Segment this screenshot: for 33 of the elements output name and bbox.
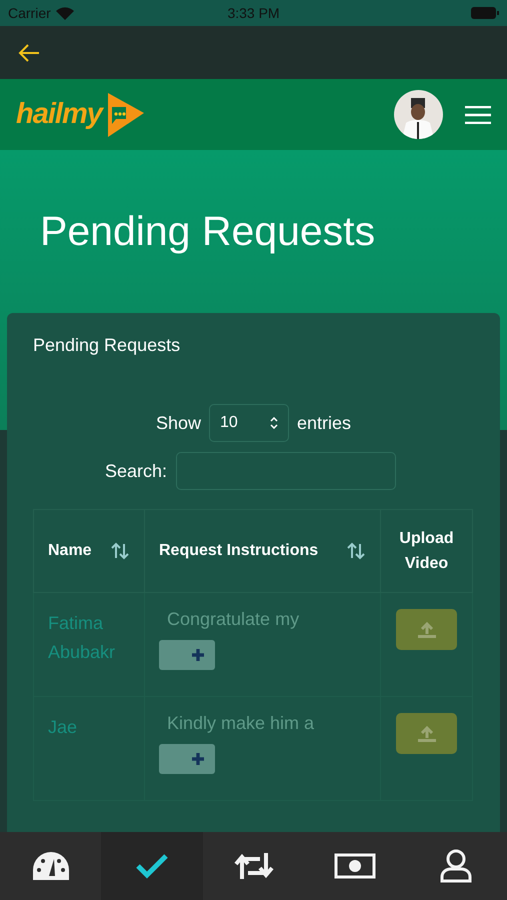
sort-icon[interactable] xyxy=(346,542,366,560)
tab[interactable] xyxy=(101,832,203,900)
carrier-label: Carrier xyxy=(8,5,51,21)
clock: 3:33 PM xyxy=(227,5,280,21)
repeat-icon xyxy=(232,851,275,881)
plus-icon xyxy=(191,752,205,766)
expand-button[interactable] xyxy=(159,640,215,670)
upload-icon xyxy=(416,620,436,638)
column-header: Upload Video xyxy=(380,510,472,592)
card-title: Pending Requests xyxy=(33,335,182,356)
instruction-text: Kindly make him a xyxy=(166,713,316,734)
plus-icon xyxy=(191,648,205,662)
battery-icon xyxy=(471,7,500,19)
page-title: Pending Requests xyxy=(39,207,376,256)
instruction-text: Congratulate my xyxy=(166,609,300,630)
column-header[interactable]: Name xyxy=(34,510,144,592)
wifi-icon xyxy=(56,6,74,20)
checkmark-icon xyxy=(135,853,170,879)
entries-select[interactable]: 10 xyxy=(209,404,289,442)
sort-icon[interactable] xyxy=(110,542,130,560)
search-field[interactable] xyxy=(176,452,396,490)
menu-icon[interactable] xyxy=(465,106,491,124)
upload-icon xyxy=(416,724,436,742)
column-header[interactable]: Request Instructions xyxy=(144,510,380,592)
search-label: Search: xyxy=(105,460,168,482)
expand-button[interactable] xyxy=(159,744,215,774)
back-arrow-icon[interactable] xyxy=(18,42,40,62)
stepper-icon xyxy=(270,417,278,429)
user-icon xyxy=(440,849,472,883)
entries-label: entries xyxy=(297,412,352,434)
banknote-icon xyxy=(334,853,376,879)
speedometer-icon xyxy=(32,851,70,881)
show-label: Show xyxy=(156,412,201,434)
